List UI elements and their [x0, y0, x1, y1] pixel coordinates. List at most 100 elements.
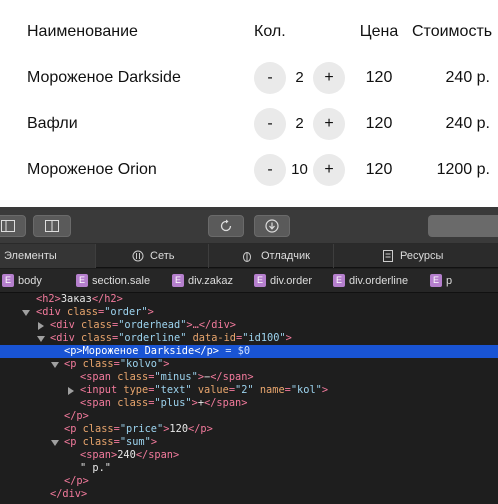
tab-resources[interactable]: Ресурсы — [334, 244, 498, 268]
expand-triangle-icon[interactable] — [68, 387, 74, 395]
dom-node[interactable]: <span class="minus">−</span> — [0, 371, 498, 384]
breadcrumb-label: body — [18, 275, 42, 287]
dom-node[interactable]: <div class="order"> — [0, 306, 498, 319]
tab-network[interactable]: Сеть — [96, 244, 209, 268]
breadcrumb-item[interactable]: Ediv.order — [254, 274, 312, 288]
tag: </span> — [204, 397, 248, 409]
attr: data-id — [192, 332, 237, 344]
tag: <div — [50, 332, 81, 344]
dom-node[interactable]: <p class="price">120</p> — [0, 423, 498, 436]
layout-button[interactable] — [33, 215, 71, 237]
tag: > — [285, 332, 292, 344]
dom-node[interactable]: </div> — [0, 488, 498, 501]
devtools-tabs: Элементы Сеть Отладчик Ресурсы — [0, 244, 498, 268]
attr: name — [259, 384, 285, 396]
quantity-stepper: - + — [254, 154, 345, 186]
quantity-stepper: - + — [254, 108, 345, 140]
tag: > — [147, 306, 154, 318]
tag: >…</div> — [186, 319, 237, 331]
tab-elements[interactable]: Элементы — [0, 244, 96, 268]
dom-node[interactable]: <span class="plus">+</span> — [0, 397, 498, 410]
dom-node[interactable]: <h2>Заказ</h2> — [0, 293, 498, 306]
attr: type — [123, 384, 149, 396]
dom-node-selected[interactable]: <p>Мороженое Darkside</p> = $0 — [0, 345, 498, 358]
expand-triangle-icon[interactable] — [38, 322, 44, 330]
dom-node[interactable]: <div class="orderline" data-id="id100"> — [0, 332, 498, 345]
attr: class — [82, 436, 114, 448]
header-sum: Стоимость — [412, 23, 493, 40]
breadcrumb-item[interactable]: Ediv.orderline — [333, 274, 408, 288]
dom-node[interactable]: <div class="orderhead">…</div> — [0, 319, 498, 332]
table-row: Мороженое Darkside - + 120 240 р. — [0, 58, 498, 98]
layout-icon — [45, 220, 59, 232]
dom-node[interactable]: </p> — [0, 475, 498, 488]
attr-value: "kol" — [290, 384, 322, 396]
expand-triangle-icon[interactable] — [51, 362, 59, 368]
tag: > — [321, 384, 329, 396]
table-row: Мороженое Orion - + 120 1200 р. — [0, 150, 498, 190]
download-button[interactable] — [254, 215, 290, 237]
attr: class — [117, 371, 149, 383]
node-text: 240 — [117, 449, 136, 461]
plus-button[interactable]: + — [313, 154, 345, 186]
quantity-input[interactable] — [286, 62, 313, 94]
attr-value: "plus" — [154, 397, 192, 409]
plus-button[interactable]: + — [313, 108, 345, 140]
table-row: Вафли - + 120 240 р. — [0, 104, 498, 144]
dom-node[interactable]: " р." — [0, 462, 498, 475]
item-name: Вафли — [27, 115, 78, 132]
tag: </div> — [50, 488, 88, 500]
sidebar-left-icon — [1, 220, 15, 232]
item-sum: 1200 р. — [436, 161, 490, 178]
order-table: Наименование Кол. Цена Стоимость Морожен… — [0, 0, 498, 207]
attr: value — [197, 384, 229, 396]
item-price: 120 — [365, 115, 393, 132]
attr: class — [81, 319, 112, 331]
breadcrumb-item[interactable]: Ep — [430, 274, 452, 288]
reload-button[interactable] — [208, 215, 244, 237]
node-text: 120 — [169, 423, 189, 435]
dom-node[interactable]: <p class="sum"> — [0, 436, 498, 449]
breadcrumb-item[interactable]: Esection.sale — [76, 274, 150, 288]
minus-button[interactable]: - — [254, 108, 286, 140]
breadcrumb-item[interactable]: Ebody — [2, 274, 42, 288]
tag: </p> — [188, 423, 213, 435]
quantity-input[interactable] — [286, 108, 313, 140]
dom-node[interactable]: <input type="text" value="2" name="kol"> — [0, 384, 498, 397]
minus-button[interactable]: - — [254, 154, 286, 186]
tab-elements-label: Элементы — [4, 250, 57, 262]
tab-network-label: Сеть — [150, 250, 175, 262]
breadcrumb-label: p — [446, 275, 453, 287]
dom-node[interactable]: <span>240</span> — [0, 449, 498, 462]
tag: <p — [64, 423, 83, 435]
tag: <p — [64, 358, 83, 370]
plus-button[interactable]: + — [313, 62, 345, 94]
tab-resources-label: Ресурсы — [400, 250, 444, 262]
filter-field[interactable] — [428, 215, 498, 237]
breadcrumb-item[interactable]: Ediv.zakaz — [172, 274, 233, 288]
tag: <h2> — [36, 293, 61, 305]
item-name: Мороженое Darkside — [27, 69, 181, 86]
element-badge: E — [333, 274, 345, 287]
debugger-icon — [243, 252, 251, 262]
quantity-input[interactable] — [286, 154, 313, 186]
expand-triangle-icon[interactable] — [51, 440, 59, 446]
breadcrumb-label: div.order — [270, 275, 312, 287]
expand-triangle-icon[interactable] — [22, 310, 30, 316]
table-header: Наименование Кол. Цена Стоимость — [0, 12, 498, 52]
minus-button[interactable]: - — [254, 62, 286, 94]
tab-debugger[interactable]: Отладчик — [209, 244, 334, 268]
dock-button[interactable] — [0, 215, 26, 237]
attr-value: "order" — [104, 306, 148, 318]
dom-node[interactable]: <p class="kolvo"> — [0, 358, 498, 371]
attr-value: "price" — [119, 423, 164, 435]
attr: class — [67, 306, 98, 318]
item-name: Мороженое Orion — [27, 161, 157, 178]
dom-node[interactable]: </p> — [0, 410, 498, 423]
attr-value: "orderline" — [118, 332, 187, 344]
download-icon — [265, 219, 279, 233]
attr: class — [82, 423, 114, 435]
expand-triangle-icon[interactable] — [37, 336, 45, 342]
tag: <input — [80, 384, 124, 396]
tag: <span> — [80, 449, 118, 461]
